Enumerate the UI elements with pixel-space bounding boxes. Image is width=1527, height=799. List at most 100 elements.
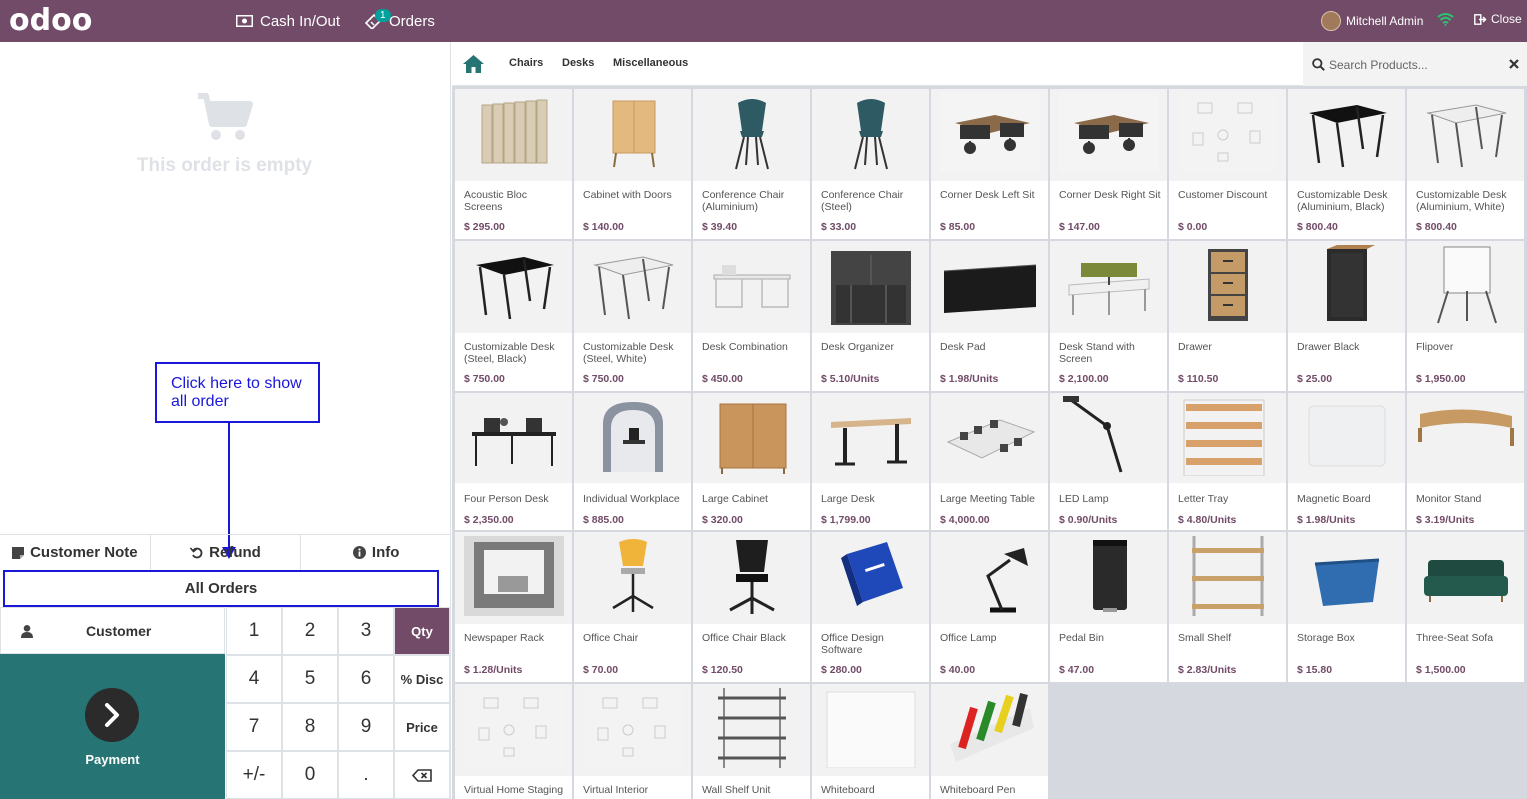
- products-panel: Chairs Desks Miscellaneous Search Produc…: [452, 42, 1527, 799]
- product-card[interactable]: Letter Tray $ 4.80/Units: [1169, 393, 1286, 530]
- empty-cart-icon: [198, 93, 253, 140]
- product-card[interactable]: Drawer Black $ 25.00: [1288, 241, 1405, 391]
- customer-button[interactable]: Customer: [0, 607, 225, 654]
- product-image: [455, 684, 572, 776]
- top-navbar: odoo Cash In/Out Orders 1 Mitchell Admin…: [0, 0, 1527, 42]
- product-card[interactable]: Three-Seat Sofa $ 1,500.00: [1407, 532, 1524, 682]
- product-card[interactable]: Customizable Desk (Aluminium, White) $ 80…: [1407, 89, 1524, 239]
- backspace-key[interactable]: [394, 751, 450, 799]
- product-name: Whiteboard Pen: [940, 784, 1016, 796]
- product-card[interactable]: Acoustic Bloc Screens $ 295.00: [455, 89, 572, 239]
- category-miscellaneous[interactable]: Miscellaneous: [613, 57, 688, 69]
- product-card[interactable]: Customer Discount $ 0.00: [1169, 89, 1286, 239]
- category-chairs[interactable]: Chairs: [509, 57, 543, 69]
- product-card[interactable]: Customizable Desk (Aluminium, Black) $ 80…: [1288, 89, 1405, 239]
- sticky-note-icon: [12, 546, 25, 559]
- product-card[interactable]: Newspaper Rack $ 1.28/Units: [455, 532, 572, 682]
- product-card[interactable]: Office Design Software $ 280.00: [812, 532, 929, 682]
- product-card[interactable]: Large Desk $ 1,799.00: [812, 393, 929, 530]
- numpad-key[interactable]: Price: [394, 703, 450, 751]
- product-card[interactable]: Storage Box $ 15.80: [1288, 532, 1405, 682]
- product-card[interactable]: Office Lamp $ 40.00: [931, 532, 1048, 682]
- product-card[interactable]: Whiteboard Pen: [931, 684, 1048, 799]
- product-card[interactable]: Desk Combination $ 450.00: [693, 241, 810, 391]
- product-card[interactable]: Pedal Bin $ 47.00: [1050, 532, 1167, 682]
- product-name: Office Design Software: [821, 632, 884, 656]
- product-price: $ 1,950.00: [1416, 373, 1466, 385]
- cash-in-out-button[interactable]: Cash In/Out: [236, 0, 340, 42]
- info-button[interactable]: Info: [301, 535, 451, 570]
- placeholder-icon: [582, 687, 683, 773]
- product-card[interactable]: Virtual Home Staging: [455, 684, 572, 799]
- customer-note-button[interactable]: Customer Note: [0, 535, 151, 570]
- product-card[interactable]: Four Person Desk $ 2,350.00: [455, 393, 572, 530]
- product-card[interactable]: Flipover $ 1,950.00: [1407, 241, 1524, 391]
- numpad-key[interactable]: 0: [282, 751, 338, 799]
- product-card[interactable]: Cabinet with Doors $ 140.00: [574, 89, 691, 239]
- product-card[interactable]: Virtual Interior: [574, 684, 691, 799]
- numpad-key[interactable]: +/-: [226, 751, 282, 799]
- numpad-key[interactable]: 5: [282, 655, 338, 703]
- product-card[interactable]: Desk Pad $ 1.98/Units: [931, 241, 1048, 391]
- numpad-key[interactable]: 1: [226, 607, 282, 655]
- product-price: $ 800.40: [1416, 221, 1457, 233]
- product-card[interactable]: Large Meeting Table $ 4,000.00: [931, 393, 1048, 530]
- numpad-key[interactable]: 7: [226, 703, 282, 751]
- numpad-key[interactable]: 9: [338, 703, 394, 751]
- numpad-key[interactable]: 4: [226, 655, 282, 703]
- product-image: [931, 532, 1048, 624]
- numpad-key[interactable]: % Disc: [394, 655, 450, 703]
- product-card[interactable]: LED Lamp $ 0.90/Units: [1050, 393, 1167, 530]
- product-card[interactable]: Office Chair Black $ 120.50: [693, 532, 810, 682]
- close-button[interactable]: Close: [1474, 12, 1522, 26]
- numpad-key[interactable]: .: [338, 751, 394, 799]
- product-image: [693, 89, 810, 181]
- numpad-key[interactable]: 3: [338, 607, 394, 655]
- product-card[interactable]: Drawer $ 110.50: [1169, 241, 1286, 391]
- product-image: [1407, 241, 1524, 333]
- product-card[interactable]: Desk Organizer $ 5.10/Units: [812, 241, 929, 391]
- product-image: [1050, 393, 1167, 483]
- product-card[interactable]: Office Chair $ 70.00: [574, 532, 691, 682]
- product-card[interactable]: Small Shelf $ 2.83/Units: [1169, 532, 1286, 682]
- product-card[interactable]: Magnetic Board $ 1.98/Units: [1288, 393, 1405, 530]
- product-card[interactable]: Corner Desk Left Sit $ 85.00: [931, 89, 1048, 239]
- product-name: Monitor Stand: [1416, 493, 1482, 505]
- product-image: [1169, 532, 1286, 624]
- numpad-key[interactable]: 2: [282, 607, 338, 655]
- category-desks[interactable]: Desks: [562, 57, 594, 69]
- clear-search-icon[interactable]: [1509, 59, 1519, 69]
- numpad-key[interactable]: 8: [282, 703, 338, 751]
- product-card[interactable]: Conference Chair (Aluminium) $ 39.40: [693, 89, 810, 239]
- product-name: Drawer: [1178, 341, 1212, 353]
- product-card[interactable]: Large Cabinet $ 320.00: [693, 393, 810, 530]
- product-card[interactable]: Conference Chair (Steel) $ 33.00: [812, 89, 929, 239]
- search-products[interactable]: Search Products...: [1303, 42, 1527, 86]
- large-desk-icon: [821, 396, 921, 481]
- product-card[interactable]: Desk Stand with Screen $ 2,100.00: [1050, 241, 1167, 391]
- product-image: [812, 684, 929, 776]
- orders-button[interactable]: Orders: [364, 0, 435, 42]
- product-card[interactable]: Whiteboard: [812, 684, 929, 799]
- organizer-icon: [821, 245, 921, 330]
- product-card[interactable]: Customizable Desk (Steel, Black) $ 750.00: [455, 241, 572, 391]
- numpad-key[interactable]: Qty: [394, 607, 450, 655]
- home-icon[interactable]: [463, 55, 484, 73]
- search-placeholder: Search Products...: [1329, 58, 1428, 72]
- led-lamp-icon: [1059, 395, 1159, 481]
- product-card[interactable]: Monitor Stand $ 3.19/Units: [1407, 393, 1524, 530]
- product-price: $ 885.00: [583, 514, 624, 526]
- all-orders-button[interactable]: All Orders: [3, 570, 439, 607]
- numpad-key[interactable]: 6: [338, 655, 394, 703]
- product-card[interactable]: Customizable Desk (Steel, White) $ 750.00: [574, 241, 691, 391]
- user-menu[interactable]: Mitchell Admin: [1321, 9, 1423, 33]
- product-card[interactable]: Individual Workplace $ 885.00: [574, 393, 691, 530]
- product-price: $ 320.00: [702, 514, 743, 526]
- product-grid: Acoustic Bloc Screens $ 295.00 Cabinet wit…: [452, 86, 1527, 799]
- product-card[interactable]: Wall Shelf Unit: [693, 684, 810, 799]
- refund-button[interactable]: Refund: [151, 535, 302, 570]
- payment-button[interactable]: Payment: [0, 654, 225, 799]
- product-card[interactable]: Corner Desk Right Sit $ 147.00: [1050, 89, 1167, 239]
- deskpad-icon: [940, 245, 1040, 330]
- payment-label: Payment: [85, 752, 140, 767]
